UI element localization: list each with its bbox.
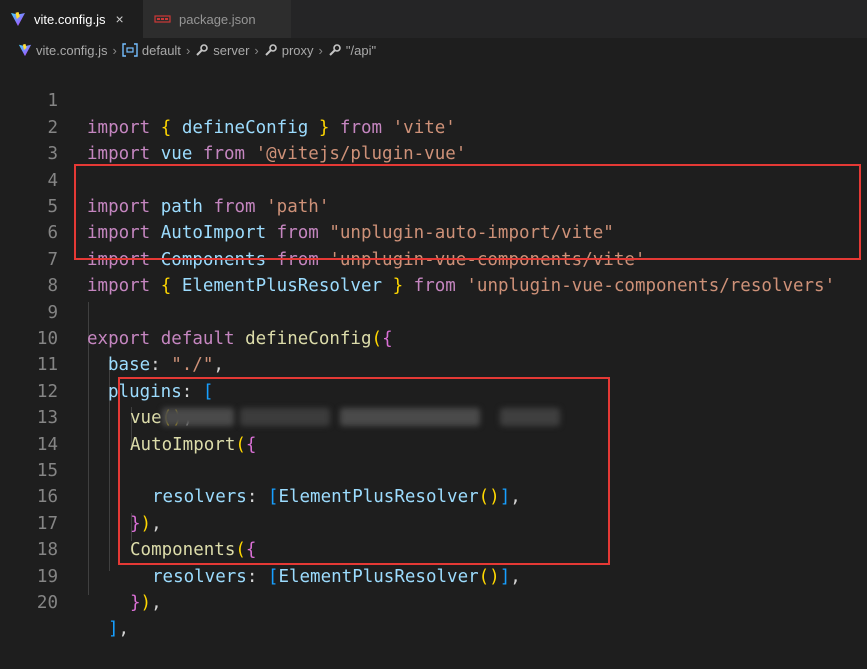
breadcrumb-server[interactable]: server [195, 43, 249, 58]
chevron-right-icon: › [112, 42, 117, 58]
code-line: 20 ], [0, 564, 867, 639]
json-icon [154, 15, 171, 23]
code-text: }), [130, 590, 162, 616]
wrench-icon [265, 44, 277, 56]
vite-icon [11, 12, 25, 26]
code-line: 1 import { defineConfig } from 'vite' [0, 62, 867, 137]
code-editor[interactable]: 1 import { defineConfig } from 'vite' 2 … [0, 62, 867, 639]
chevron-right-icon: › [318, 42, 323, 58]
tab-vite-config[interactable]: vite.config.js × [0, 0, 143, 38]
breadcrumb-label: vite.config.js [36, 42, 108, 58]
breadcrumb-label: proxy [281, 42, 314, 58]
breadcrumb: vite.config.js › default › server › prox… [0, 38, 867, 62]
tab-label: package.json [179, 11, 256, 27]
token: } [130, 593, 141, 613]
code-line: 10 base: "./", [0, 300, 867, 375]
token: , [151, 593, 162, 613]
breadcrumb-label: server [213, 42, 250, 58]
line-number: 20 [36, 593, 58, 613]
code-line: 11 plugins: [ [0, 326, 867, 401]
code-line: 9 export default defineConfig({ [0, 273, 867, 349]
tab-package-json[interactable]: package.json [143, 0, 291, 38]
highlight-box-imports [74, 164, 861, 260]
breadcrumb-label: default [141, 42, 181, 58]
token: ) [140, 593, 152, 613]
vite-icon [18, 43, 32, 57]
breadcrumb-file[interactable]: vite.config.js [18, 43, 108, 58]
module-icon [122, 43, 138, 57]
breadcrumb-api[interactable]: "/api" [328, 43, 376, 58]
tab-label: vite.config.js [34, 11, 106, 27]
token: , [118, 619, 130, 640]
tab-bar: vite.config.js × package.json [0, 0, 867, 38]
highlight-box-plugins [118, 377, 610, 565]
breadcrumb-proxy[interactable]: proxy [264, 43, 314, 58]
token: ] [108, 619, 119, 640]
code-text: ], [108, 616, 129, 642]
breadcrumb-label: "/api" [345, 42, 377, 58]
chevron-right-icon: › [254, 42, 259, 58]
breadcrumb-default[interactable]: default [122, 43, 181, 58]
code-line: 12 vue(), [0, 352, 867, 428]
wrench-icon [329, 44, 341, 56]
close-icon[interactable]: × [116, 11, 124, 27]
wrench-icon [196, 44, 209, 56]
code-line: 2 import vue from '@vitejs/plugin-vue' [0, 88, 867, 164]
chevron-right-icon: › [185, 42, 191, 58]
code-line: 3 [0, 115, 867, 164]
